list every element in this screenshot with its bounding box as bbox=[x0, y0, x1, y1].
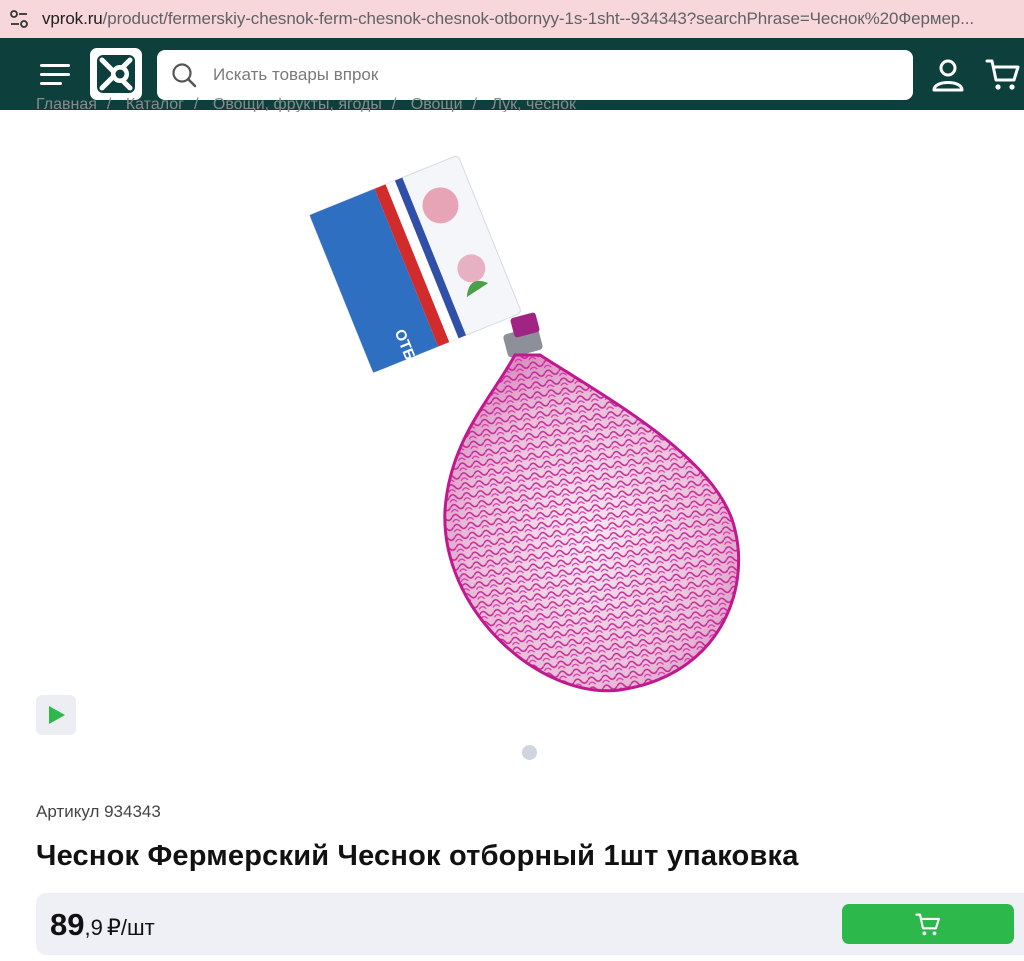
breadcrumb: Главная / Каталог / Овощи, фрукты, ягоды / … bbox=[36, 96, 576, 112]
article-number: Артикул 934343 bbox=[36, 802, 161, 821]
site-settings-icon[interactable] bbox=[4, 4, 34, 34]
price-bar: 89,9 ₽/шт bbox=[36, 893, 1024, 955]
breadcrumb-item[interactable]: Каталог bbox=[126, 96, 184, 112]
user-icon[interactable] bbox=[930, 58, 966, 92]
logo[interactable] bbox=[90, 48, 142, 100]
search-box[interactable] bbox=[157, 50, 913, 100]
breadcrumb-item[interactable]: Овощи bbox=[411, 96, 463, 112]
url-text[interactable]: vprok.ru/product/fermerskiy-chesnok-ferm… bbox=[42, 9, 1022, 29]
search-input[interactable] bbox=[213, 65, 853, 85]
search-icon bbox=[172, 63, 197, 88]
product-image[interactable]: ОТБОРНЫЙ bbox=[300, 140, 760, 710]
cart-icon bbox=[915, 913, 940, 936]
breadcrumb-item[interactable]: Лук, чеснок bbox=[491, 96, 576, 112]
video-play-button[interactable] bbox=[36, 695, 76, 735]
browser-url-bar[interactable]: vprok.ru/product/fermerskiy-chesnok-ferm… bbox=[0, 0, 1024, 38]
play-icon bbox=[49, 706, 65, 724]
breadcrumb-item[interactable]: Овощи, фрукты, ягоды bbox=[213, 96, 382, 112]
carousel-dot[interactable] bbox=[522, 745, 537, 760]
add-to-cart-button[interactable] bbox=[842, 904, 1014, 944]
price-fraction: ,9 bbox=[84, 915, 103, 940]
price: 89,9 ₽/шт bbox=[50, 907, 155, 943]
url-domain: vprok.ru bbox=[42, 9, 103, 28]
cart-icon[interactable] bbox=[985, 56, 1021, 92]
url-path: /product/fermerskiy-chesnok-ferm-chesnok… bbox=[102, 9, 975, 28]
price-integer: 89 bbox=[50, 907, 85, 942]
product-title: Чеснок Фермерский Чеснок отборный 1шт уп… bbox=[36, 840, 799, 872]
price-unit: ₽/шт bbox=[106, 915, 155, 940]
menu-icon[interactable] bbox=[40, 60, 74, 88]
breadcrumb-item[interactable]: Главная bbox=[36, 96, 97, 112]
